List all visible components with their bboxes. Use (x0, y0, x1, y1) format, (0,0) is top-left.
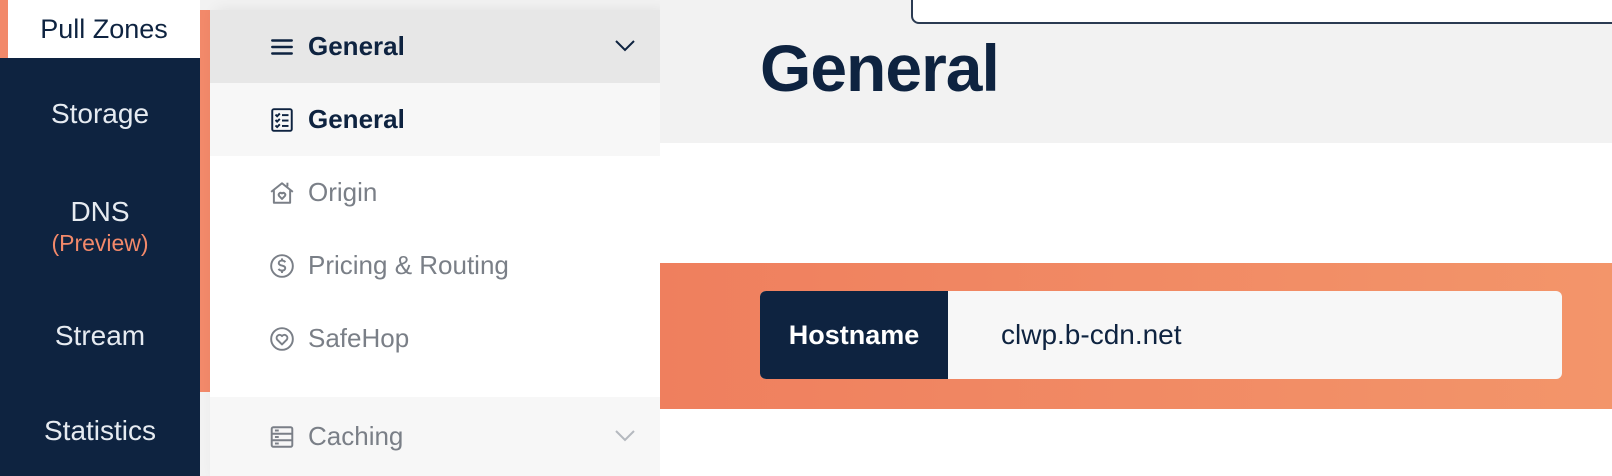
main-sidebar: Pull Zones Storage DNS (Preview) Stream … (0, 0, 200, 476)
settings-submenu: General General Origin Pricing & Routing… (210, 10, 660, 476)
nav-item-pull-zones[interactable]: Pull Zones (0, 0, 200, 58)
nav-item-dns[interactable]: DNS (Preview) (0, 196, 200, 257)
nav-item-label: Pull Zones (40, 13, 168, 44)
house-heart-icon (268, 179, 296, 207)
submenu-item-pricing-routing[interactable]: Pricing & Routing (210, 229, 660, 302)
hostname-label: Hostname (760, 291, 948, 379)
submenu-item-label: Origin (308, 177, 378, 207)
server-icon (268, 423, 296, 451)
hostname-field[interactable]: Hostname clwp.b-cdn.net (760, 291, 1562, 379)
checklist-icon (268, 106, 296, 134)
nav-item-label: Storage (50, 98, 150, 129)
search-input[interactable] (911, 0, 1612, 24)
chevron-down-icon (615, 429, 635, 441)
submenu-group-caching[interactable]: Caching (210, 397, 660, 476)
hostname-value[interactable]: clwp.b-cdn.net (948, 291, 1182, 379)
nav-item-label: Stream (54, 320, 146, 351)
submenu-group-general[interactable]: General (210, 10, 660, 83)
nav-item-label: DNS (70, 196, 130, 227)
submenu-item-label: General (308, 104, 405, 134)
submenu-group-label: Caching (308, 421, 404, 451)
submenu-item-safehop[interactable]: SafeHop (210, 302, 660, 375)
submenu-item-label: Pricing & Routing (308, 250, 509, 280)
submenu-item-general[interactable]: General (210, 83, 660, 156)
nav-item-statistics[interactable]: Statistics (0, 415, 200, 447)
active-section-accent (200, 10, 210, 392)
heart-circle-icon (268, 325, 296, 353)
chevron-down-icon (615, 39, 635, 51)
nav-item-storage[interactable]: Storage (0, 98, 200, 130)
dollar-circle-icon (268, 252, 296, 280)
nav-item-label: Statistics (43, 415, 157, 446)
hamburger-icon (268, 33, 296, 61)
submenu-group-label: General (308, 31, 405, 61)
submenu-item-origin[interactable]: Origin (210, 156, 660, 229)
submenu-item-label: SafeHop (308, 323, 410, 353)
page-title: General (760, 31, 1000, 105)
preview-badge: (Preview) (51, 230, 149, 256)
nav-item-stream[interactable]: Stream (0, 320, 200, 352)
